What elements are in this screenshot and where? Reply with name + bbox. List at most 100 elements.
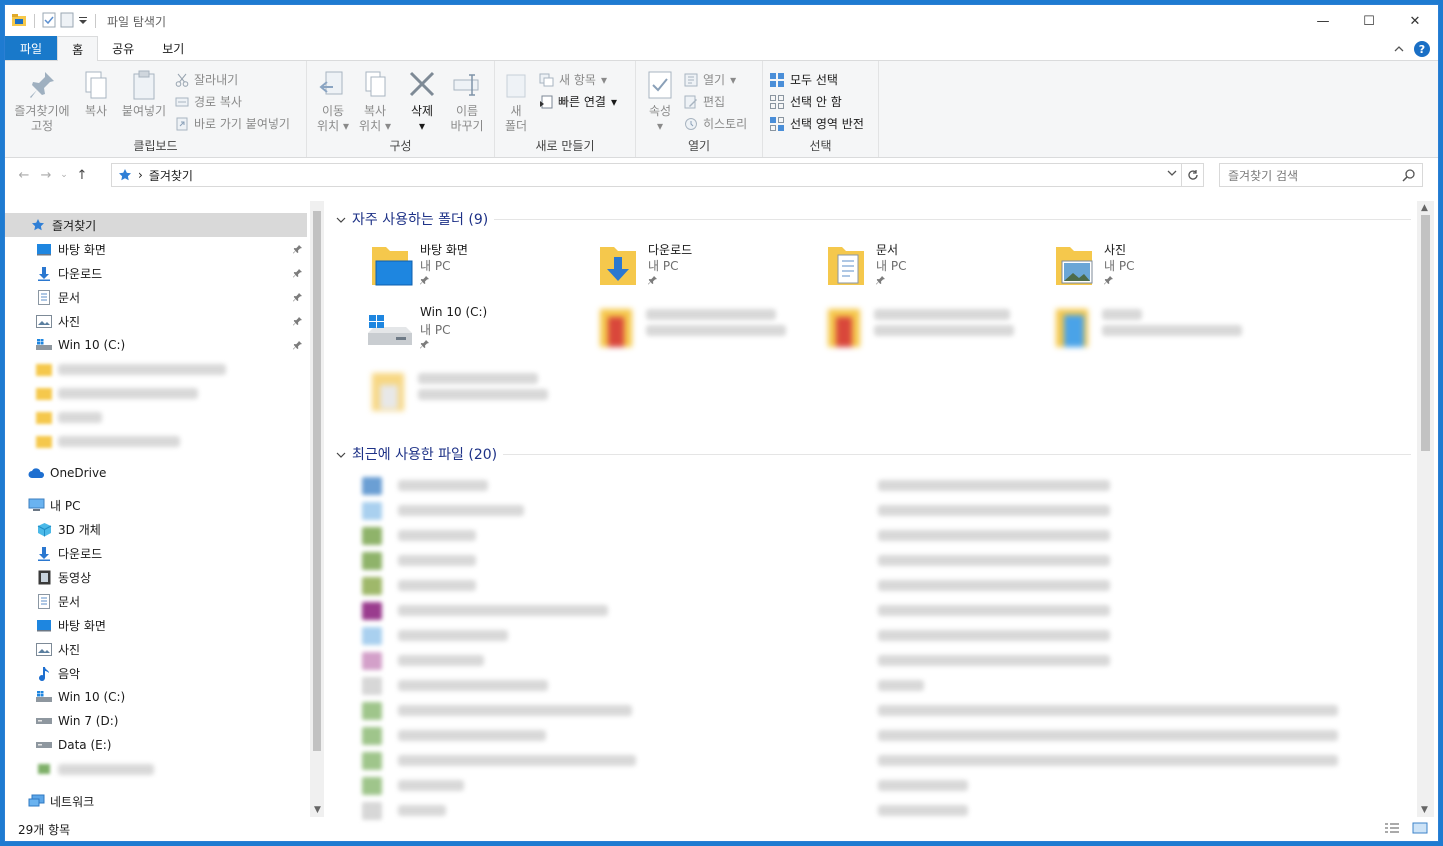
cut-button[interactable]: 잘라내기 — [175, 71, 238, 88]
nav-pc-downloads[interactable]: 다운로드 — [5, 541, 307, 565]
frequent-tile-pictures[interactable]: 사진 내 PC — [1050, 239, 1270, 297]
paste-shortcut-button[interactable]: 바로 가기 붙여넣기 — [175, 115, 290, 132]
paste-button[interactable]: 붙여넣기 — [117, 69, 171, 119]
invert-selection-button[interactable]: 선택 영역 반전 — [769, 115, 864, 132]
breadcrumb-location[interactable]: 즐겨찾기 — [149, 167, 193, 184]
copy-to-button[interactable]: 복사 위치 ▾ — [357, 69, 393, 134]
nav-pinned-folder[interactable] — [5, 429, 307, 453]
copy-path-button[interactable]: 경로 복사 — [175, 93, 242, 110]
new-folder-button[interactable]: 새 폴더 — [501, 69, 531, 134]
nav-pc-pictures[interactable]: 사진 — [5, 637, 307, 661]
recent-file-row[interactable] — [362, 499, 1362, 521]
tab-view[interactable]: 보기 — [148, 36, 198, 60]
recent-file-row[interactable] — [362, 774, 1362, 796]
frequent-tile-folder[interactable] — [594, 303, 814, 361]
search-box[interactable]: 즐겨찾기 검색 — [1219, 163, 1423, 187]
nav-onedrive[interactable]: OneDrive — [5, 461, 307, 485]
nav-pc-music[interactable]: 음악 — [5, 661, 307, 685]
nav-pinned-folder[interactable] — [5, 357, 307, 381]
scroll-down-arrow-icon[interactable]: ▼ — [1421, 805, 1428, 815]
address-bar[interactable]: › 즐겨찾기 — [111, 163, 1204, 187]
nav-quick-access[interactable]: 즐겨찾기 — [5, 213, 307, 237]
recent-file-row[interactable] — [362, 599, 1362, 621]
frequent-tile-drive-c[interactable]: Win 10 (C:) 내 PC — [366, 303, 586, 361]
nav-pc-drive-e[interactable]: Data (E:) — [5, 733, 307, 757]
recent-file-row[interactable] — [362, 474, 1362, 496]
tab-file[interactable]: 파일 — [5, 36, 58, 60]
help-button[interactable]: ? — [1414, 41, 1430, 57]
recent-file-row[interactable] — [362, 624, 1362, 646]
recent-file-row[interactable] — [362, 674, 1362, 696]
back-button[interactable]: ← — [13, 168, 35, 183]
nav-pc-drive-c[interactable]: Win 10 (C:) — [5, 685, 307, 709]
recent-file-row[interactable] — [362, 699, 1362, 721]
collapse-ribbon-icon[interactable] — [1394, 42, 1404, 56]
nav-scroll-thumb[interactable] — [313, 211, 321, 751]
properties-button[interactable]: 속성 ▾ — [642, 69, 678, 134]
maximize-button[interactable]: ☐ — [1346, 5, 1392, 37]
section-collapse-chevron-icon[interactable] — [336, 446, 346, 462]
nav-pc-desktop[interactable]: 바탕 화면 — [5, 613, 307, 637]
open-button[interactable]: 열기 ▾ — [684, 71, 736, 88]
nav-pinned-downloads[interactable]: 다운로드 — [5, 261, 307, 285]
recent-file-row[interactable] — [362, 724, 1362, 746]
recent-locations-button[interactable]: ⌄ — [57, 170, 71, 180]
nav-pinned-drive-c[interactable]: Win 10 (C:) — [5, 333, 307, 357]
rename-button[interactable]: 이름 바꾸기 — [445, 69, 489, 134]
nav-pinned-desktop[interactable]: 바탕 화면 — [5, 237, 307, 261]
large-icons-view-icon[interactable] — [1412, 822, 1428, 837]
content-scroll-thumb[interactable] — [1421, 215, 1430, 451]
nav-pinned-folder[interactable] — [5, 405, 307, 429]
edit-button[interactable]: 편집 — [684, 93, 725, 110]
recent-file-row[interactable] — [362, 574, 1362, 596]
frequent-tile-downloads[interactable]: 다운로드 내 PC — [594, 239, 814, 297]
pin-to-quick-access-button[interactable]: 즐겨찾기에 고정 — [11, 69, 73, 134]
frequent-tile-folder[interactable] — [366, 367, 586, 425]
frequent-folders-header[interactable]: 자주 사용하는 폴더 (9) — [336, 209, 1411, 229]
new-folder-qat-icon[interactable] — [60, 12, 74, 31]
nav-pinned-folder[interactable] — [5, 381, 307, 405]
tab-share[interactable]: 공유 — [98, 36, 148, 60]
recent-file-row[interactable] — [362, 749, 1362, 771]
delete-button[interactable]: 삭제 ▾ — [407, 69, 437, 134]
up-button[interactable]: ↑ — [71, 168, 93, 183]
copy-button[interactable]: 복사 — [79, 69, 113, 119]
scroll-down-arrow-icon[interactable]: ▼ — [314, 805, 321, 815]
close-button[interactable]: ✕ — [1392, 5, 1438, 37]
frequent-tile-desktop[interactable]: 바탕 화면 내 PC — [366, 239, 586, 297]
frequent-tile-documents[interactable]: 문서 내 PC — [822, 239, 1042, 297]
history-button[interactable]: 히스토리 — [684, 115, 747, 132]
select-all-button[interactable]: 모두 선택 — [769, 71, 838, 88]
minimize-button[interactable]: — — [1300, 5, 1346, 37]
nav-pc-3d-objects[interactable]: 3D 개체 — [5, 517, 307, 541]
nav-this-pc[interactable]: 내 PC — [5, 493, 307, 517]
section-collapse-chevron-icon[interactable] — [336, 211, 346, 227]
easy-access-button[interactable]: 빠른 연결 ▾ — [539, 93, 617, 110]
nav-pinned-documents[interactable]: 문서 — [5, 285, 307, 309]
content-scrollbar[interactable]: ▲ ▼ — [1417, 201, 1434, 817]
properties-qat-icon[interactable] — [42, 12, 56, 31]
nav-pc-blurred-drive[interactable] — [5, 757, 307, 781]
nav-pane-scrollbar[interactable]: ▼ — [310, 201, 324, 817]
recent-file-row[interactable] — [362, 524, 1362, 546]
tab-home[interactable]: 홈 — [57, 36, 99, 61]
nav-pc-drive-d[interactable]: Win 7 (D:) — [5, 709, 307, 733]
nav-network[interactable]: 네트워크 — [5, 789, 307, 813]
scroll-up-arrow-icon[interactable]: ▲ — [1421, 203, 1428, 213]
details-view-icon[interactable] — [1384, 822, 1400, 837]
nav-pc-videos[interactable]: 동영상 — [5, 565, 307, 589]
frequent-tile-folder[interactable] — [1050, 303, 1270, 361]
move-to-button[interactable]: 이동 위치 ▾ — [315, 69, 351, 134]
refresh-button[interactable] — [1181, 164, 1203, 186]
nav-pinned-pictures[interactable]: 사진 — [5, 309, 307, 333]
recent-file-row[interactable] — [362, 549, 1362, 571]
address-history-chevron-icon[interactable] — [1167, 168, 1177, 179]
recent-file-row[interactable] — [362, 649, 1362, 671]
frequent-tile-folder[interactable] — [822, 303, 1042, 361]
customize-qat-icon[interactable] — [78, 14, 88, 28]
forward-button[interactable]: → — [35, 168, 57, 183]
select-none-button[interactable]: 선택 안 함 — [769, 93, 842, 110]
recent-files-header[interactable]: 최근에 사용한 파일 (20) — [336, 444, 1411, 464]
nav-pc-documents[interactable]: 문서 — [5, 589, 307, 613]
new-item-button[interactable]: 새 항목 ▾ — [539, 71, 607, 88]
